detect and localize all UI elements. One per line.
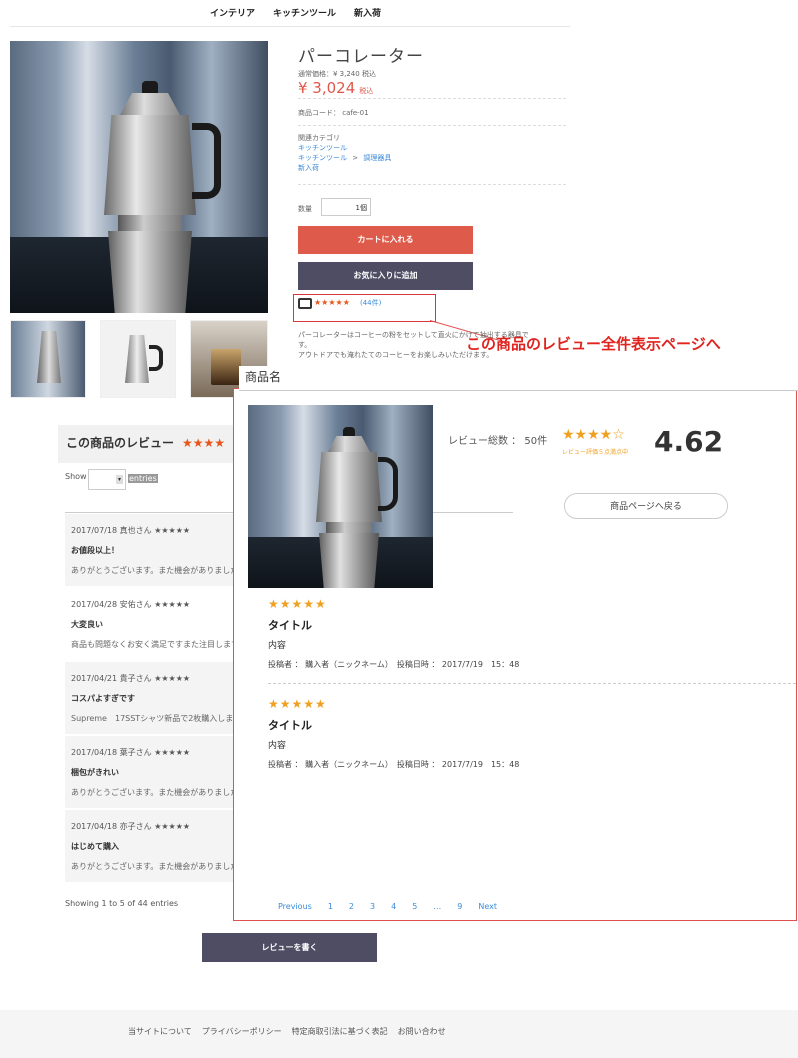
- entries-select[interactable]: ▾: [88, 469, 126, 490]
- thumbnail-2[interactable]: [100, 320, 176, 398]
- product-title: パーコレーター: [298, 47, 424, 67]
- category-link-cookware[interactable]: 調理器具: [363, 154, 391, 162]
- reviews-title: この商品のレビュー: [66, 436, 175, 450]
- comment-icon[interactable]: [298, 298, 312, 309]
- review-date: 2017/04/18 葉子さん ★★★★★: [71, 748, 191, 757]
- back-to-product-button[interactable]: 商品ページへ戻る: [564, 493, 728, 519]
- overlay-review-item: ★★★★★ タイトル 内容 投稿者 ： 購入者（ニックネーム） 投稿日時 ： 2…: [268, 597, 788, 670]
- review-meta: 投稿者 ： 購入者（ニックネーム） 投稿日時 ： 2017/7/19 15：48: [268, 760, 520, 769]
- review-content: 内容: [268, 741, 287, 751]
- pagination-page-2[interactable]: 2: [349, 902, 354, 911]
- review-date: 2017/07/18 真也さん ★★★★★: [71, 526, 191, 535]
- price-tax-label: 税込: [359, 87, 374, 95]
- related-categories: 関連カテゴリ キッチンツール キッチンツール > 調理器具 新入荷: [298, 133, 391, 173]
- category-separator: >: [352, 154, 359, 162]
- callout-text: この商品のレビュー全件表示ページへ: [466, 335, 721, 353]
- review-title: 大変良い: [71, 620, 103, 629]
- category-heading: 関連カテゴリ: [298, 134, 340, 142]
- review-body: ありがとうございます。また機会がありましたら: [71, 566, 247, 575]
- review-date: 2017/04/21 貴子さん ★★★★★: [71, 674, 191, 683]
- pagination-page-1[interactable]: 1: [328, 902, 333, 911]
- footer-link-about[interactable]: 当サイトについて: [128, 1026, 192, 1037]
- category-link-new-arrivals[interactable]: 新入荷: [298, 164, 319, 172]
- showing-entries: Showing 1 to 5 of 44 entries: [65, 899, 179, 908]
- review-title: コスパよすぎです: [71, 694, 135, 703]
- pagination-ellipsis: …: [433, 902, 442, 911]
- price-value: ¥ 3,024: [298, 79, 356, 97]
- product-main-image: [10, 41, 268, 313]
- pagination-page-9[interactable]: 9: [457, 902, 462, 911]
- footer-link-legal[interactable]: 特定商取引法に基づく表記: [292, 1026, 388, 1037]
- average-rating-stars: ★★★★☆: [562, 427, 625, 443]
- percolator-illustration: [306, 427, 398, 588]
- pagination-page-4[interactable]: 4: [391, 902, 396, 911]
- add-to-favorites-button[interactable]: お気に入りに追加: [298, 262, 473, 290]
- review-date: 2017/04/28 安佑さん ★★★★★: [71, 600, 191, 609]
- quantity-label: 数量: [298, 205, 312, 213]
- rating-scale-note: レビュー評価５点満点中: [562, 449, 629, 456]
- category-link-kitchen-tools-parent[interactable]: キッチンツール: [298, 154, 347, 162]
- divider: [433, 512, 513, 513]
- review-stars: ★★★★★: [268, 697, 327, 711]
- top-nav: インテリア キッチンツール 新入荷: [210, 6, 381, 19]
- divider: [298, 98, 566, 99]
- reviews-heading: この商品のレビュー ★★★★: [58, 425, 248, 463]
- list-price: 通常価格：¥ 3,240 税込: [298, 70, 376, 78]
- review-title: タイトル: [268, 619, 312, 632]
- reviews-stars: ★★★★: [182, 436, 226, 450]
- product-name-heading: 商品名: [245, 370, 282, 384]
- review-title: タイトル: [268, 719, 312, 732]
- divider: [298, 125, 566, 126]
- pagination-page-3[interactable]: 3: [370, 902, 375, 911]
- review-stars: ★★★★★: [268, 597, 327, 611]
- pagination-page-5[interactable]: 5: [412, 902, 417, 911]
- percolator-illustration: [90, 81, 221, 313]
- overlay-review-item: ★★★★★ タイトル 内容 投稿者 ： 購入者（ニックネーム） 投稿日時 ： 2…: [268, 697, 788, 770]
- review-body: 商品も問題なくお安く満足ですまた注目します: [71, 640, 239, 649]
- review-rating-stars[interactable]: ★★★★★: [314, 298, 350, 307]
- divider: [298, 184, 566, 185]
- nav-item-interior[interactable]: インテリア: [210, 6, 255, 19]
- review-count-link[interactable]: (44件): [360, 298, 381, 308]
- footer-links: 当サイトについて プライバシーポリシー 特定商取引法に基づく表記 お問い合わせ: [128, 1026, 446, 1037]
- review-title: 梱包がきれい: [71, 768, 119, 777]
- thumbnail-1[interactable]: [10, 320, 86, 398]
- quantity-input[interactable]: 1個: [321, 198, 371, 216]
- write-review-button[interactable]: レビューを書く: [202, 933, 377, 962]
- footer-link-contact[interactable]: お問い合わせ: [398, 1026, 446, 1037]
- entries-label: entries: [128, 474, 158, 483]
- overlay-header: 商品名: [239, 366, 798, 391]
- show-label: Show: [65, 472, 87, 481]
- average-score: 4.62: [654, 425, 724, 458]
- sale-price: ¥ 3,024 税込: [298, 79, 373, 97]
- nav-item-kitchen-tools[interactable]: キッチンツール: [273, 6, 336, 19]
- pagination: Previous 1 2 3 4 5 … 9 Next: [278, 902, 497, 911]
- nav-divider: [10, 26, 570, 27]
- divider: [268, 683, 796, 684]
- nav-item-new-arrivals[interactable]: 新入荷: [354, 6, 381, 19]
- pagination-previous[interactable]: Previous: [278, 902, 312, 911]
- review-title: お値段以上！: [71, 546, 119, 555]
- review-meta: 投稿者 ： 購入者（ニックネーム） 投稿日時 ： 2017/7/19 15：48: [268, 660, 520, 669]
- footer-link-privacy[interactable]: プライバシーポリシー: [202, 1026, 282, 1037]
- review-date: 2017/04/18 亦子さん ★★★★★: [71, 822, 191, 831]
- overlay-product-image: [248, 405, 433, 588]
- category-link-kitchen-tools[interactable]: キッチンツール: [298, 144, 347, 152]
- product-code: 商品コード： cafe-01: [298, 109, 369, 117]
- pagination-next[interactable]: Next: [478, 902, 497, 911]
- add-to-cart-button[interactable]: カートに入れる: [298, 226, 473, 254]
- dropdown-arrow-icon: ▾: [116, 475, 123, 484]
- review-content: 内容: [268, 641, 287, 651]
- review-title: はじめて購入: [71, 842, 119, 851]
- review-total: レビュー総数 ： 50件: [448, 436, 548, 447]
